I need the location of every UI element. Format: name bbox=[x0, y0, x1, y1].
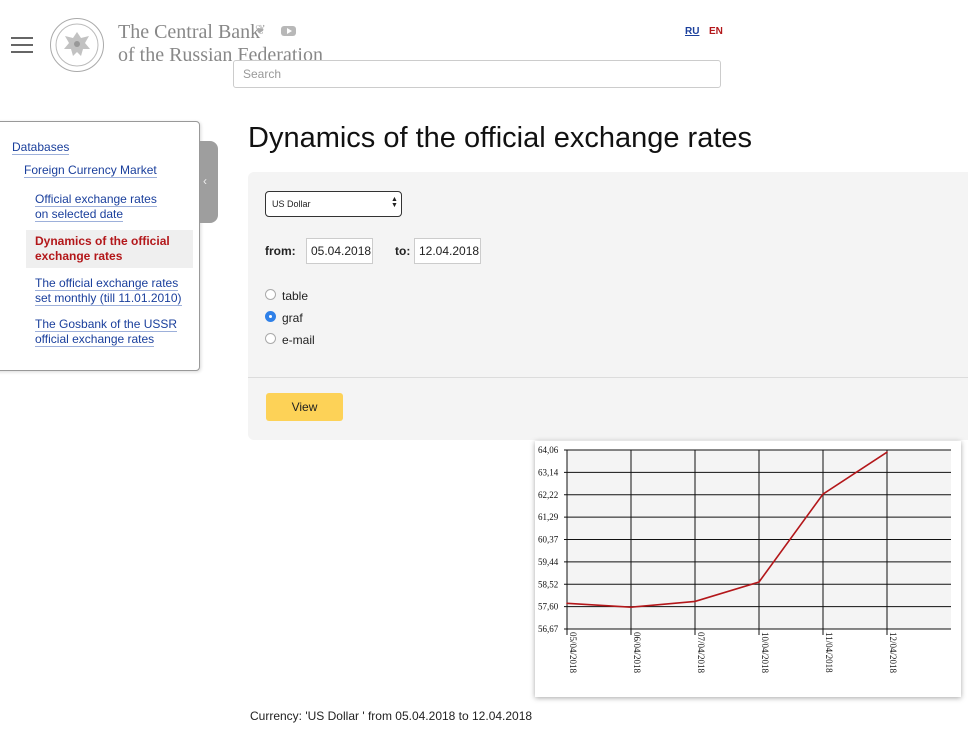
view-button[interactable]: View bbox=[266, 393, 343, 421]
y-tick-label: 63,14 bbox=[538, 467, 559, 477]
y-tick-label: 59,44 bbox=[538, 557, 559, 567]
form-divider bbox=[248, 377, 968, 378]
radio-table[interactable] bbox=[265, 289, 276, 300]
sidebar-item-label: on selected date bbox=[35, 207, 124, 222]
menu-icon[interactable] bbox=[11, 37, 33, 53]
sidebar-item-rates-set-monthly[interactable]: The official exchange rates set monthly … bbox=[35, 276, 182, 306]
radio-email-label[interactable]: e-mail bbox=[282, 333, 315, 347]
radio-graf-label[interactable]: graf bbox=[282, 311, 303, 325]
leaf-icon[interactable]: ❦ bbox=[255, 22, 266, 38]
radio-graf[interactable] bbox=[265, 311, 276, 322]
youtube-icon[interactable] bbox=[281, 26, 296, 36]
sidebar-item-label: Dynamics of the official bbox=[35, 234, 170, 248]
from-label: from: bbox=[265, 244, 296, 258]
x-tick-label: 05/04/2018 bbox=[568, 632, 578, 674]
y-tick-label: 60,37 bbox=[538, 535, 559, 545]
data-point bbox=[758, 581, 760, 583]
sidebar-item-dynamics[interactable]: Dynamics of the official exchange rates bbox=[35, 234, 170, 264]
lang-ru-link[interactable]: RU bbox=[685, 26, 699, 37]
radio-table-label[interactable]: table bbox=[282, 289, 308, 303]
select-arrows-icon: ▲ ▼ bbox=[391, 196, 398, 209]
search-input[interactable] bbox=[233, 60, 721, 88]
sidebar-item-label: exchange rates bbox=[35, 249, 123, 263]
sidebar-item-label: The official exchange rates bbox=[35, 276, 179, 291]
x-tick-label: 11/04/2018 bbox=[824, 632, 834, 673]
sidebar-item-official-rates-on-date[interactable]: Official exchange rates on selected date bbox=[35, 192, 157, 222]
sidebar-item-label: set monthly (till 11.01.2010) bbox=[35, 291, 182, 306]
bank-emblem-logo[interactable] bbox=[50, 18, 104, 72]
from-date-input[interactable]: 05.04.2018 bbox=[306, 238, 373, 264]
y-tick-label: 62,22 bbox=[538, 490, 558, 500]
exchange-rate-chart: 64,06 63,14 62,22 61,29 60,37 59,44 58,52 57,60… bbox=[535, 441, 961, 697]
sidebar-item-gosbank-ussr[interactable]: The Gosbank of the USSR official exchang… bbox=[35, 317, 178, 347]
x-tick-label: 07/04/2018 bbox=[696, 632, 706, 674]
data-point bbox=[694, 600, 696, 603]
data-point bbox=[566, 602, 568, 605]
data-point bbox=[630, 606, 632, 609]
x-tick-label: 06/04/2018 bbox=[632, 632, 642, 674]
x-tick-label: 12/04/2018 bbox=[888, 632, 898, 674]
chevron-left-icon[interactable]: ‹ bbox=[203, 174, 207, 188]
currency-select-value: US Dollar bbox=[272, 199, 311, 209]
to-label: to: bbox=[395, 244, 411, 258]
currency-select[interactable]: US Dollar bbox=[265, 191, 402, 217]
data-point bbox=[886, 451, 888, 453]
sidebar-item-label: The Gosbank of the USSR bbox=[35, 317, 178, 332]
sidebar-item-foreign-currency-market[interactable]: Foreign Currency Market bbox=[24, 163, 157, 178]
sidebar-item-databases[interactable]: Databases bbox=[12, 140, 70, 155]
chart-svg: 64,06 63,14 62,22 61,29 60,37 59,44 58,52 57,60… bbox=[538, 445, 951, 674]
y-tick-label: 56,67 bbox=[538, 624, 559, 634]
y-tick-label: 57,60 bbox=[538, 602, 559, 612]
sidebar-item-label: Foreign Currency Market bbox=[24, 163, 157, 178]
y-tick-label: 61,29 bbox=[538, 512, 559, 522]
sidebar-item-label: Databases bbox=[12, 140, 70, 155]
lang-en-link[interactable]: EN bbox=[709, 26, 723, 37]
sidebar-item-label: official exchange rates bbox=[35, 332, 155, 347]
to-date-input[interactable]: 12.04.2018 bbox=[414, 238, 481, 264]
x-tick-label: 10/04/2018 bbox=[760, 632, 770, 674]
chart-caption: Currency: 'US Dollar ' from 05.04.2018 t… bbox=[250, 709, 533, 723]
y-tick-label: 58,52 bbox=[538, 579, 558, 589]
radio-email[interactable] bbox=[265, 333, 276, 344]
page-title: Dynamics of the official exchange rates bbox=[248, 122, 753, 154]
data-point bbox=[822, 493, 824, 495]
y-tick-label: 64,06 bbox=[538, 445, 559, 455]
sidebar-item-label: Official exchange rates bbox=[35, 192, 157, 207]
